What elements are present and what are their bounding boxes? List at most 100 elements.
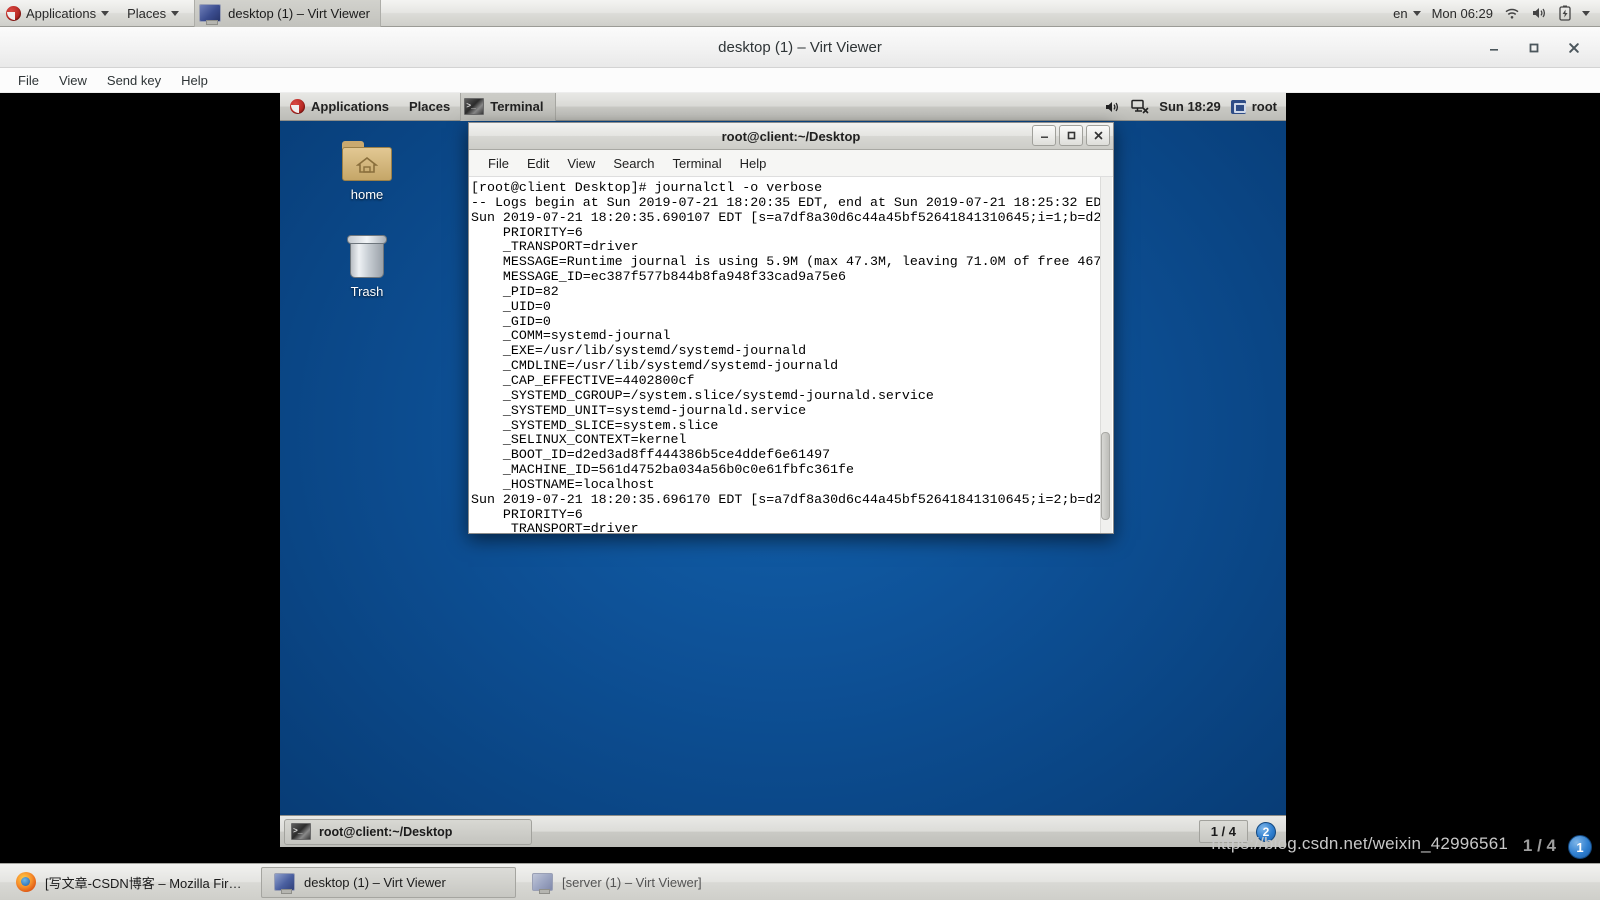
minimize-icon[interactable]: [1032, 125, 1056, 146]
host-applications-label: Applications: [26, 5, 97, 21]
guest-places-menu[interactable]: Places: [399, 93, 460, 121]
terminal-line: MESSAGE_ID=ec387f577b844b8fa948f33cad9a7…: [471, 269, 847, 285]
desktop-icon-trash[interactable]: Trash: [319, 230, 415, 299]
terminal-menu-terminal[interactable]: Terminal: [664, 153, 731, 174]
host-workspace-badge[interactable]: 1: [1568, 835, 1592, 859]
terminal-scrollbar-thumb[interactable]: [1101, 432, 1110, 520]
terminal-menu-file[interactable]: File: [479, 153, 518, 174]
vv-menu-send-key[interactable]: Send key: [97, 70, 171, 91]
terminal-line: PRIORITY=6: [471, 506, 583, 522]
chevron-down-icon: [171, 10, 180, 16]
desktop-icon-home-label: home: [350, 187, 384, 202]
host-taskbar: [写文章-CSDN博客 – Mozilla Firef... desktop (…: [0, 863, 1600, 900]
guest-user-label: root: [1251, 99, 1277, 114]
terminal-line: [root@client Desktop]# journalctl -o ver…: [471, 180, 823, 195]
terminal-line: _CAP_EFFECTIVE=4402800cf: [471, 372, 695, 388]
letterbox-left: [0, 93, 280, 847]
terminal-menu-search[interactable]: Search: [604, 153, 663, 174]
terminal-line: _EXE=/usr/lib/systemd/systemd-journald: [471, 343, 807, 359]
chevron-down-icon[interactable]: [1582, 10, 1590, 16]
host-places-label: Places: [127, 5, 167, 21]
guest-applications-label: Applications: [311, 99, 390, 114]
terminal-line: _UID=0: [471, 298, 551, 314]
virt-viewer-window-controls: [1474, 27, 1594, 68]
vv-menu-help[interactable]: Help: [171, 70, 218, 91]
guest-clock[interactable]: Sun 18:29: [1159, 99, 1220, 114]
terminal-line: _TRANSPORT=driver: [471, 521, 639, 533]
firefox-icon: [16, 872, 36, 892]
vv-menu-file[interactable]: File: [8, 70, 49, 91]
terminal-line: Sun 2019-07-21 18:20:35.696170 EDT [s=a7…: [471, 491, 1110, 507]
host-language-label: en: [1393, 5, 1408, 21]
desktop-icon-home[interactable]: home: [319, 133, 415, 202]
chevron-down-icon: [101, 10, 110, 16]
close-icon[interactable]: [1086, 125, 1110, 146]
terminal-menu-edit[interactable]: Edit: [518, 153, 558, 174]
virt-viewer-menubar: File View Send key Help: [0, 68, 1600, 93]
terminal-line: Sun 2019-07-21 18:20:35.690107 EDT [s=a7…: [471, 209, 1110, 225]
terminal-window[interactable]: root@client:~/Desktop File Edit View Sea…: [468, 122, 1114, 534]
minimize-icon[interactable]: [1474, 27, 1514, 68]
terminal-line: _PID=82: [471, 283, 559, 299]
speaker-icon[interactable]: [1531, 6, 1548, 20]
virt-viewer-title: desktop (1) – Virt Viewer: [718, 38, 882, 56]
terminal-line: _BOOT_ID=d2ed3ad8ff444386b5ce4ddef6e6149…: [471, 447, 831, 463]
host-task-label: desktop (1) – Virt Viewer: [228, 5, 371, 21]
battery-charging-icon[interactable]: [1559, 5, 1571, 21]
terminal-line: _MACHINE_ID=561d4752ba034a56b0c0e61fbfc3…: [471, 462, 855, 478]
vv-menu-view[interactable]: View: [49, 70, 97, 91]
guest-top-panel: Applications Places Terminal: [280, 93, 1286, 121]
guest-bottom-panel: root@client:~/Desktop 1 / 4 2: [280, 815, 1286, 847]
guest-tray: Sun 18:29 root: [1104, 99, 1286, 114]
guest-taskbar-item-label: root@client:~/Desktop: [319, 824, 453, 839]
host-top-panel: Applications Places desktop (1) – Virt V…: [0, 0, 1600, 27]
chevron-down-icon: [1412, 10, 1421, 16]
monitor-icon: [274, 873, 295, 894]
terminal-menubar: File Edit View Search Terminal Help: [469, 150, 1113, 177]
home-folder-icon: [319, 133, 415, 181]
fedora-logo-icon: [290, 99, 305, 114]
user-icon: [1230, 99, 1246, 114]
terminal-icon: [464, 98, 485, 115]
host-window-task-desktop[interactable]: desktop (1) – Virt Viewer: [194, 0, 382, 27]
guest-window-task-terminal[interactable]: Terminal: [460, 93, 557, 121]
terminal-line: _SYSTEMD_SLICE=system.slice: [471, 417, 719, 433]
terminal-titlebar[interactable]: root@client:~/Desktop: [469, 123, 1113, 150]
network-disconnected-icon[interactable]: [1131, 99, 1149, 114]
terminal-menu-help[interactable]: Help: [731, 153, 776, 174]
guest-places-label: Places: [409, 99, 451, 114]
virt-viewer-titlebar: desktop (1) – Virt Viewer: [0, 27, 1600, 68]
taskbar-item-desktop-viewer[interactable]: desktop (1) – Virt Viewer: [261, 866, 516, 898]
terminal-icon: [291, 823, 311, 840]
taskbar-item-server-viewer-label: [server (1) – Virt Viewer]: [562, 874, 702, 890]
wifi-icon[interactable]: [1504, 6, 1520, 20]
terminal-output-area[interactable]: [root@client Desktop]# journalctl -o ver…: [469, 177, 1113, 533]
letterbox-right: [1286, 93, 1600, 847]
host-applications-menu[interactable]: Applications: [0, 0, 118, 27]
terminal-line: -- Logs begin at Sun 2019-07-21 18:20:35…: [471, 194, 1110, 210]
maximize-icon[interactable]: [1059, 125, 1083, 146]
guest-applications-menu[interactable]: Applications: [280, 93, 399, 121]
taskbar-item-firefox[interactable]: [写文章-CSDN博客 – Mozilla Firef...: [3, 867, 258, 898]
host-clock[interactable]: Mon 06:29: [1432, 6, 1493, 21]
maximize-icon[interactable]: [1514, 27, 1554, 68]
close-icon[interactable]: [1554, 27, 1594, 68]
terminal-window-controls: [1032, 125, 1110, 146]
terminal-line: _GID=0: [471, 313, 551, 329]
taskbar-item-desktop-viewer-label: desktop (1) – Virt Viewer: [304, 874, 446, 890]
terminal-menu-view[interactable]: View: [558, 153, 604, 174]
terminal-title: root@client:~/Desktop: [721, 128, 861, 144]
host-places-menu[interactable]: Places: [118, 0, 188, 27]
house-glyph-icon: [356, 157, 378, 173]
taskbar-item-server-viewer[interactable]: [server (1) – Virt Viewer]: [519, 867, 774, 898]
guest-user-menu[interactable]: root: [1230, 99, 1277, 114]
terminal-scrollbar[interactable]: [1100, 177, 1112, 533]
monitor-icon: [532, 873, 553, 894]
host-language-selector[interactable]: en: [1393, 5, 1421, 21]
guest-display[interactable]: Applications Places Terminal: [280, 93, 1286, 847]
speaker-icon[interactable]: [1104, 100, 1121, 114]
guest-taskbar-item-terminal[interactable]: root@client:~/Desktop: [284, 818, 532, 845]
monitor-icon: [199, 4, 222, 25]
terminal-line: _COMM=systemd-journal: [471, 328, 671, 344]
host-workspace-indicator[interactable]: 1 / 4: [1523, 836, 1556, 856]
